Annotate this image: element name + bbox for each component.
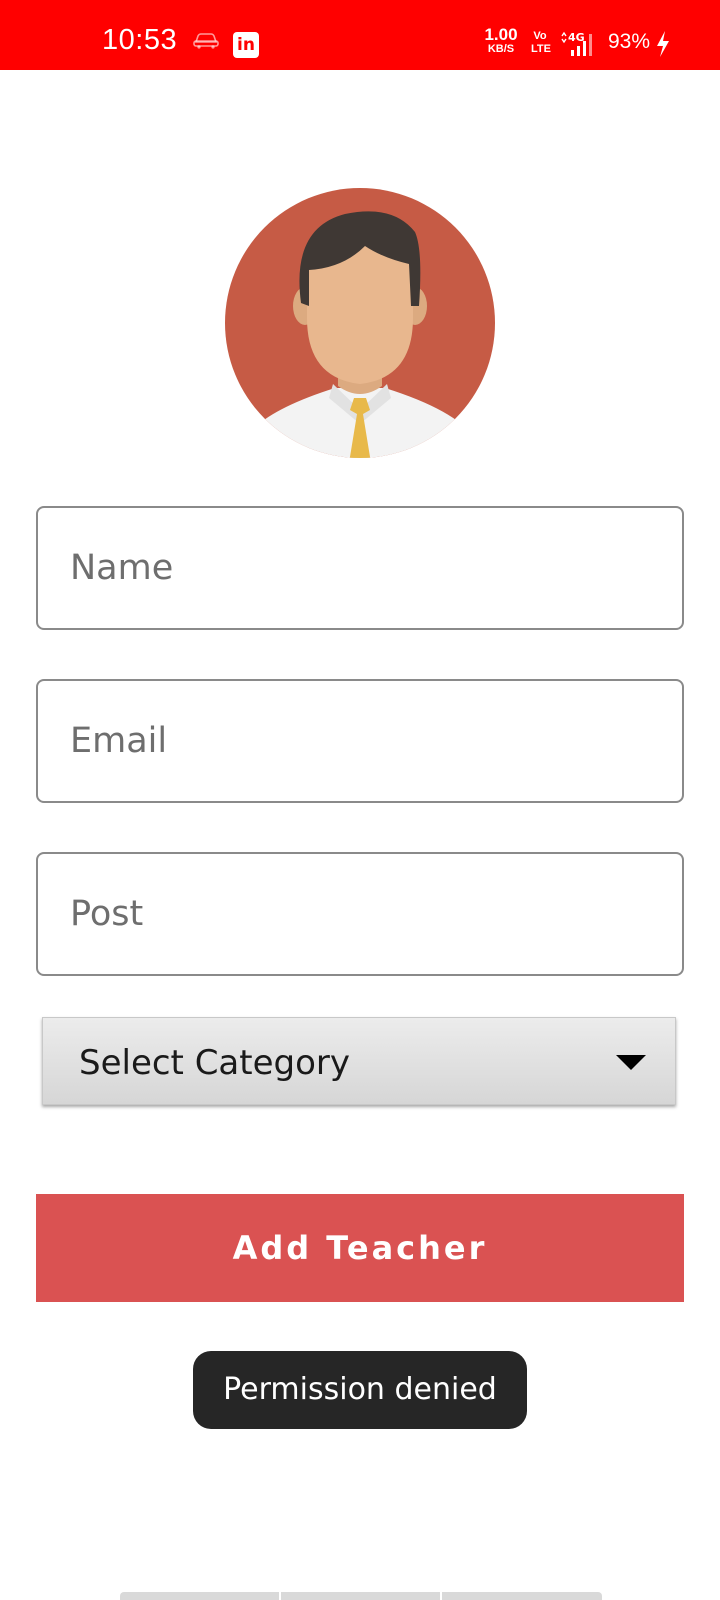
add-teacher-screen: 10:53 in 1.00 KB/S Vo LTE 4G 93% Name Em…: [0, 0, 720, 1600]
category-selected-value: Select Category: [79, 1043, 351, 1083]
toast-message: Permission denied: [193, 1351, 527, 1429]
car-icon: [193, 33, 219, 49]
email-input[interactable]: [70, 681, 650, 801]
battery-percentage: 93%: [608, 30, 651, 53]
nav-handle-divider: [279, 1592, 281, 1600]
network-speed-value: 1.00: [484, 25, 518, 44]
category-dropdown[interactable]: Select Category: [42, 1017, 676, 1105]
network-speed-unit: KB/S: [487, 43, 515, 55]
post-field[interactable]: [36, 852, 684, 976]
linkedin-icon: in: [233, 32, 259, 58]
volte-indicator: Vo LTE: [531, 30, 551, 56]
navigation-handle[interactable]: [120, 1592, 602, 1600]
volte-line1: Vo: [533, 30, 547, 42]
teacher-avatar-icon: [225, 188, 495, 458]
network-speed: 1.00 KB/S: [482, 25, 520, 56]
email-field[interactable]: [36, 679, 684, 803]
add-teacher-button[interactable]: Add Teacher: [36, 1194, 684, 1302]
name-field[interactable]: [36, 506, 684, 630]
charging-bolt-icon: [657, 31, 669, 57]
status-bar: 10:53 in 1.00 KB/S Vo LTE 4G 93%: [0, 0, 720, 70]
dropdown-arrow-icon: [616, 1055, 646, 1070]
network-type: 4G: [568, 31, 585, 44]
nav-handle-divider: [440, 1592, 442, 1600]
name-input[interactable]: [70, 508, 650, 628]
volte-line2: LTE: [531, 43, 551, 55]
signal-icon: 4G: [561, 31, 592, 56]
status-time: 10:53: [102, 24, 178, 56]
post-input[interactable]: [70, 854, 650, 974]
